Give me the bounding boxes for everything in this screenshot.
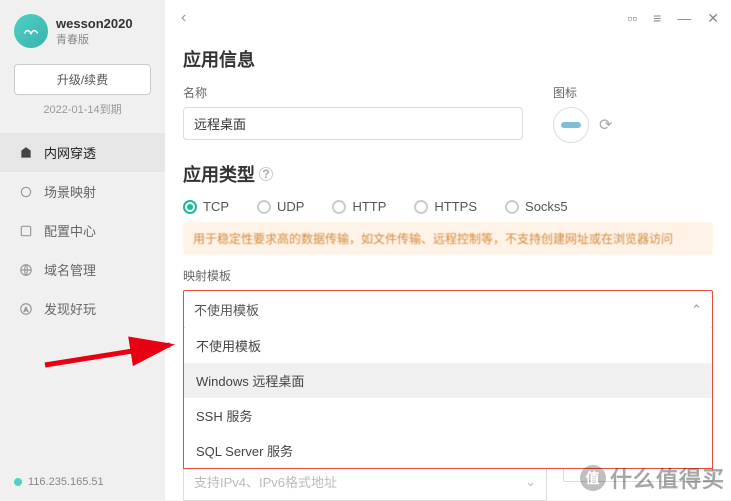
- close-button[interactable]: ✕: [707, 10, 719, 27]
- protocol-hint: 用于稳定性要求高的数据传输，如文件传输、远程控制等，不支持创建网址或在浏览器访问: [183, 222, 713, 255]
- chevron-down-icon: ⌄: [525, 474, 536, 490]
- sidebar: wesson2020 青春版 升级/续费 2022-01-14到期 内网穿透 场…: [0, 0, 165, 500]
- discover-icon: A: [18, 301, 34, 317]
- app-icon-preview[interactable]: [553, 107, 589, 143]
- config-icon: [18, 223, 34, 239]
- ip-text: 116.235.165.51: [28, 476, 104, 488]
- ip-indicator: 116.235.165.51: [14, 476, 104, 488]
- annotation-arrow: [40, 310, 190, 370]
- radio-http[interactable]: HTTP: [332, 199, 386, 214]
- svg-text:A: A: [24, 307, 28, 313]
- template-option[interactable]: Windows 远程桌面: [184, 363, 712, 398]
- menu-icon[interactable]: ≡: [653, 10, 661, 26]
- expire-text: 2022-01-14到期: [0, 101, 165, 117]
- user-block: wesson2020 青春版: [0, 0, 165, 58]
- section-type-title: 应用类型 ?: [183, 161, 713, 187]
- watermark: 值 什么值得买: [580, 462, 725, 494]
- radio-socks5[interactable]: Socks5: [505, 199, 568, 214]
- section-info-title: 应用信息: [183, 46, 713, 72]
- refresh-icon[interactable]: ⟳: [599, 115, 612, 135]
- chevron-up-icon: ⌃: [691, 302, 702, 318]
- template-option[interactable]: 不使用模板: [184, 328, 712, 363]
- main-panel: ‹ ▫▫ ≡ — ✕ 应用信息 名称 图标 ⟳ 应用类型 ?: [165, 0, 731, 500]
- sidebar-item-label: 域名管理: [44, 260, 96, 279]
- avatar: [14, 14, 48, 48]
- template-option[interactable]: SSH 服务: [184, 398, 712, 433]
- sidebar-item-label: 场景映射: [44, 182, 96, 201]
- name-label: 名称: [183, 84, 523, 101]
- user-sub: 青春版: [56, 31, 133, 47]
- tunnel-icon: [18, 145, 34, 161]
- back-button[interactable]: ‹: [177, 9, 190, 27]
- user-name: wesson2020: [56, 16, 133, 31]
- template-dropdown: 不使用模板 Windows 远程桌面 SSH 服务 SQL Server 服务: [183, 328, 713, 469]
- radio-tcp[interactable]: TCP: [183, 199, 229, 214]
- domain-icon: [18, 262, 34, 278]
- radio-udp[interactable]: UDP: [257, 199, 304, 214]
- help-icon[interactable]: ?: [259, 167, 273, 181]
- protocol-radio-group: TCP UDP HTTP HTTPS Socks5: [183, 199, 713, 214]
- scene-icon: [18, 184, 34, 200]
- sidebar-item-domain[interactable]: 域名管理: [0, 250, 165, 289]
- icon-label: 图标: [553, 84, 713, 101]
- topbar: ‹ ▫▫ ≡ — ✕: [165, 0, 731, 36]
- sidebar-item-tunnel[interactable]: 内网穿透: [0, 133, 165, 172]
- template-label: 映射模板: [183, 267, 713, 284]
- name-input[interactable]: [183, 107, 523, 140]
- sidebar-item-label: 配置中心: [44, 221, 96, 240]
- upgrade-button[interactable]: 升级/续费: [14, 64, 151, 95]
- sidebar-item-config[interactable]: 配置中心: [0, 211, 165, 250]
- template-select[interactable]: 不使用模板 ⌃: [183, 290, 713, 329]
- template-selected-value: 不使用模板: [194, 300, 259, 319]
- sidebar-item-label: 内网穿透: [44, 143, 96, 162]
- grid-icon[interactable]: ▫▫: [627, 10, 637, 26]
- sidebar-item-scene[interactable]: 场景映射: [0, 172, 165, 211]
- minimize-button[interactable]: —: [677, 10, 691, 26]
- radio-https[interactable]: HTTPS: [414, 199, 477, 214]
- status-dot-icon: [14, 478, 22, 486]
